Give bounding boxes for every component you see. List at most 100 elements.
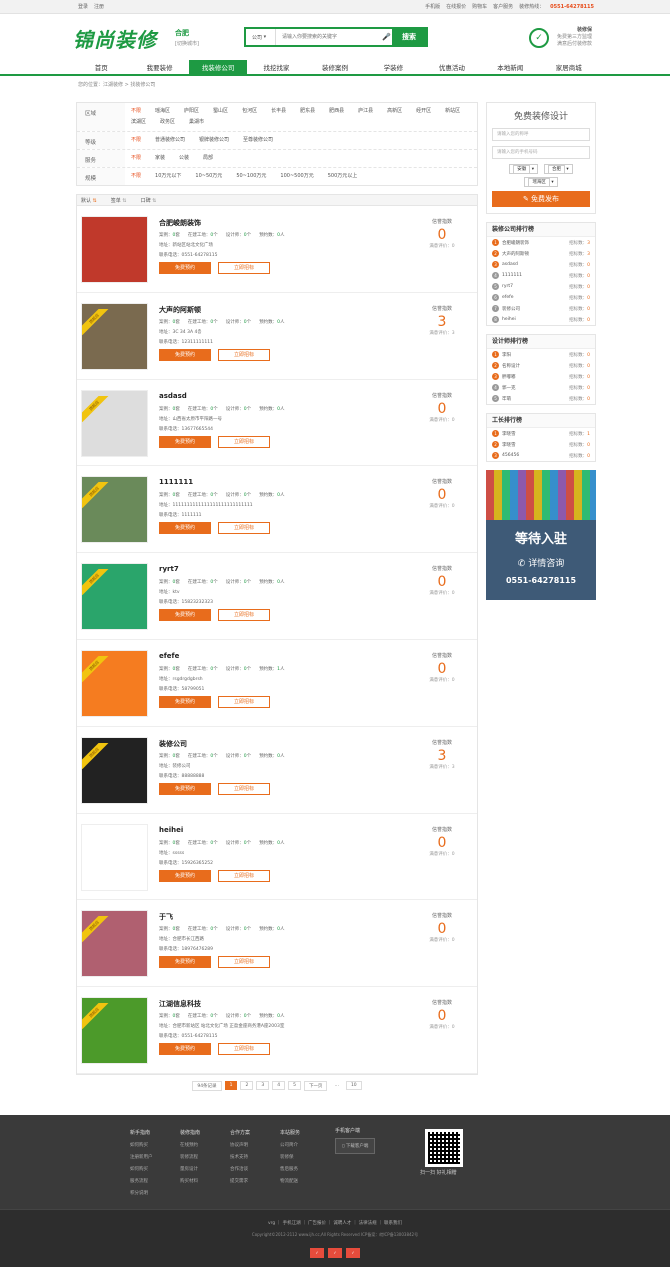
service-menu[interactable]: 客户服务 [493,3,513,10]
city-switch-link[interactable]: [切换城市] [175,40,199,47]
filter-option[interactable]: 政务区 [160,118,175,127]
rank-item[interactable]: 8 heihei 招标数：0 [487,314,595,325]
free-booking-button[interactable]: 免费预约 [159,262,211,274]
search-button[interactable]: 搜索 [392,29,426,45]
bid-button[interactable]: 立即招标 [218,435,270,448]
footer-link[interactable]: 合作洽谈 [230,1167,248,1172]
search-input[interactable] [276,29,382,45]
city-select[interactable]: 合肥 ▾ [544,164,573,174]
page-link[interactable]: 3 [256,1081,270,1091]
footer-link[interactable]: 装修保 [280,1155,294,1160]
filter-option[interactable]: 庐阳区 [184,107,199,116]
filter-option[interactable]: 10万元以下 [155,172,181,181]
footer-link[interactable]: 在线预约 [180,1143,198,1148]
sort-option[interactable]: 口碑 ⇅ [141,197,157,204]
login-link[interactable]: 登录 [78,3,88,10]
free-booking-button[interactable]: 免费预约 [159,782,211,795]
nav-item[interactable]: 学装修 [364,60,422,76]
microphone-icon[interactable]: 🎤 [382,33,392,41]
filter-option[interactable]: 100~500万元 [280,172,313,181]
filter-option[interactable]: 包河区 [242,107,257,116]
rank-item[interactable]: 3 胖嘟嘟 招标数：0 [487,371,595,382]
free-booking-button[interactable]: 免费预约 [159,869,211,882]
free-booking-button[interactable]: 免费预约 [159,956,211,969]
rank-item[interactable]: 6 efefe 招标数：0 [487,292,595,303]
filter-option[interactable]: 肥西县 [329,107,344,116]
filter-option[interactable]: 50~100万元 [236,172,266,181]
search-type-select[interactable]: 公司 ▾ [246,29,276,45]
company-logo[interactable]: 旗舰店 [81,736,148,804]
cart-link[interactable]: 购物车 [472,3,487,10]
nav-item[interactable]: 首页 [72,60,130,76]
area-select[interactable]: 瑶海区 ▾ [524,177,558,187]
company-name[interactable]: heihei [159,826,183,834]
bid-button[interactable]: 立即招标 [218,869,270,882]
filter-option[interactable]: 家装 [155,154,165,163]
filter-option[interactable]: 新站区 [445,107,460,116]
company-name[interactable]: 1111111 [159,478,193,486]
nav-item[interactable]: 家居商城 [540,60,598,76]
page-link[interactable]: 4 [272,1081,286,1091]
free-booking-button[interactable]: 免费预约 [159,609,211,622]
filter-option[interactable]: 至尊装修公司 [243,136,273,145]
footer-link[interactable]: 如何购买 [130,1167,148,1172]
bid-button[interactable]: 立即招标 [218,262,270,274]
site-logo[interactable]: 锦尚装修 [73,24,157,53]
footer-link[interactable]: 服务流程 [130,1179,148,1184]
footer-link[interactable]: 协议声明 [230,1143,248,1148]
filter-option[interactable]: 瑶海区 [155,107,170,116]
page-link[interactable]: 5 [288,1081,301,1091]
filter-option[interactable]: 银牌装修公司 [199,136,229,145]
filter-option[interactable]: 高新区 [387,107,402,116]
company-logo[interactable]: 旗舰店 [81,910,148,978]
filter-option[interactable]: 巢湖市 [189,118,204,127]
footer-link[interactable]: 量房设计 [180,1167,198,1172]
company-name[interactable]: 于飞 [159,912,173,922]
company-name[interactable]: 大声的阿斯顿 [159,305,201,315]
nav-item[interactable]: 找挖找家 [247,60,305,76]
nav-item[interactable]: 我要装修 [130,60,188,76]
quote-link[interactable]: 在线报价 [446,3,466,10]
page-link[interactable]: 1 [224,1081,238,1091]
filter-option[interactable]: 肥东县 [300,107,315,116]
company-name[interactable]: efefe [159,652,179,660]
company-logo[interactable] [81,823,148,891]
footer-link[interactable]: 购买材料 [180,1179,198,1184]
filter-option[interactable]: 蜀山区 [213,107,228,116]
bid-button[interactable]: 立即招标 [218,522,270,535]
bid-button[interactable]: 立即招标 [218,956,270,969]
free-booking-button[interactable]: 免费预约 [159,1043,211,1056]
footer-link[interactable]: 售后服务 [280,1167,298,1172]
bid-button[interactable]: 立即招标 [218,348,270,361]
company-logo[interactable]: 旗舰店 [81,997,148,1065]
company-logo[interactable] [81,216,148,283]
footer-link[interactable]: 提交需求 [230,1179,248,1184]
next-page-link[interactable]: 下一页 [303,1080,328,1091]
filter-option[interactable]: 公装 [179,154,189,163]
company-name[interactable]: asdasd [159,392,187,400]
last-page-link[interactable]: 10 [345,1081,362,1091]
filter-option[interactable]: 不限 [131,154,141,163]
nav-item[interactable]: 优惠活动 [423,60,481,76]
filter-option[interactable]: 经开区 [416,107,431,116]
bid-button[interactable]: 立即招标 [218,1043,270,1056]
rank-item[interactable]: 2 李晓雪 招标数：0 [487,439,595,450]
filter-option[interactable]: 不限 [131,172,141,181]
sort-option[interactable]: 默认 ⇅ [81,197,97,204]
rank-item[interactable]: 4 1111111 招标数：0 [487,270,595,281]
rank-item[interactable]: 7 装修公司 招标数：0 [487,303,595,314]
nav-item[interactable]: 本地新闻 [481,60,539,76]
bid-button[interactable]: 立即招标 [218,782,270,795]
filter-option[interactable]: 滨湖区 [131,118,146,127]
rank-item[interactable]: 2 名称设计 招标数：0 [487,360,595,371]
filter-option[interactable]: 庐江县 [358,107,373,116]
footer-link[interactable]: 注册新用户 [130,1155,153,1160]
filter-option[interactable]: 局部 [203,154,213,163]
footer-link[interactable]: 物流配送 [280,1179,298,1184]
company-logo[interactable]: 旗舰店 [81,389,148,457]
rank-item[interactable]: 4 郭一克 招标数：0 [487,382,595,393]
footer-links[interactable]: vrg ｜ 手机江湖 ｜ 广告报价 ｜ 诚聘人才 ｜ 法律法规 ｜ 联系我们 [0,1220,670,1226]
filter-option[interactable]: 不限 [131,107,141,116]
rank-item[interactable]: 1 李阳 招标数：0 [487,349,595,360]
company-logo[interactable]: 旗舰店 [81,649,148,717]
